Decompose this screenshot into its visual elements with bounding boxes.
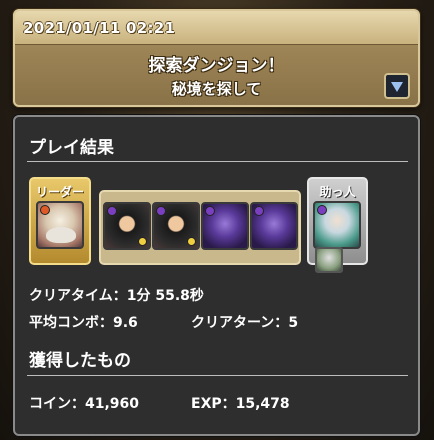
coin-label: コイン：	[29, 396, 85, 412]
dark-attribute-icon	[107, 206, 117, 216]
play-result-panel: プレイ結果 リーダー 助っ人 クリアタイム：1分 55.8秒 平均コンボ：9.6…	[13, 115, 420, 436]
sub-monster-1-icon[interactable]	[103, 202, 151, 250]
sub-monster-3-icon[interactable]	[201, 202, 249, 250]
dungeon-floor-name: 秘境を探して	[171, 80, 262, 98]
clear-time-row: クリアタイム：1分 55.8秒	[29, 285, 204, 305]
clear-turns-value: 5	[288, 315, 299, 331]
sub-monster-2-icon[interactable]	[152, 202, 200, 250]
dark-attribute-icon	[317, 205, 327, 215]
light-subattribute-icon	[138, 237, 147, 246]
coin-value: 41,960	[85, 396, 140, 412]
exp-row: EXP：15,478	[191, 393, 290, 413]
divider	[27, 375, 408, 376]
clear-time-label: クリアタイム：	[29, 288, 127, 304]
light-subattribute-icon	[187, 237, 196, 246]
coin-row: コイン：41,960	[29, 393, 139, 413]
leader-slot: リーダー	[29, 177, 91, 265]
helper-monster-icon[interactable]	[313, 201, 361, 249]
banner-date-strip: 2021/01/11 02:21	[15, 11, 418, 45]
dark-attribute-icon	[156, 206, 166, 216]
clear-turns-row: クリアターン：5	[191, 312, 298, 332]
avg-combo-label: 平均コンボ：	[29, 315, 113, 331]
clear-time-value: 1分 55.8秒	[126, 288, 204, 304]
clear-turns-label: クリアターン：	[191, 315, 289, 331]
team-subs-slot	[99, 190, 301, 265]
play-result-title: プレイ結果	[29, 138, 114, 158]
white-creature-shape	[46, 227, 76, 243]
dark-attribute-icon	[254, 206, 264, 216]
helper-label: 助っ人	[319, 185, 356, 199]
dungeon-header-banner: 2021/01/11 02:21 探索ダンジョン！ 秘境を探して	[13, 9, 420, 107]
avg-combo-row: 平均コンボ：9.6	[29, 312, 138, 332]
exp-label: EXP：	[191, 396, 236, 412]
dungeon-title: 探索ダンジョン！	[148, 56, 285, 76]
fire-attribute-icon	[40, 205, 50, 215]
assist-monster-icon[interactable]	[315, 247, 343, 273]
rewards-title: 獲得したもの	[29, 351, 131, 371]
leader-label: リーダー	[35, 185, 84, 199]
expand-dropdown-button[interactable]	[384, 73, 410, 99]
avg-combo-value: 9.6	[113, 315, 138, 331]
dark-attribute-icon	[205, 206, 215, 216]
sub-monster-4-icon[interactable]	[250, 202, 298, 250]
leader-monster-icon[interactable]	[36, 201, 84, 249]
divider	[27, 161, 408, 162]
exp-value: 15,478	[235, 396, 290, 412]
play-datetime: 2021/01/11 02:21	[23, 19, 176, 37]
